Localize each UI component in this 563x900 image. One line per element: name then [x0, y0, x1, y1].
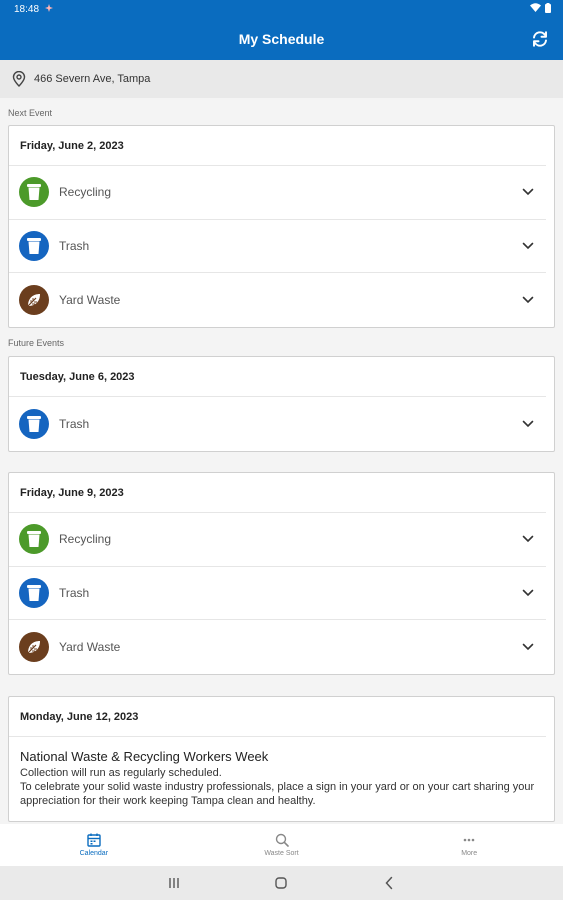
- calendar-icon: [87, 833, 101, 847]
- event-date: Friday, June 9, 2023: [9, 473, 546, 513]
- back-button[interactable]: [379, 873, 399, 893]
- trash-bin-icon: [19, 408, 49, 439]
- recycling-bin-icon: [19, 177, 49, 208]
- address-bar[interactable]: 466 Severn Ave, Tampa: [0, 60, 563, 98]
- location-pin-icon: [12, 71, 26, 87]
- trash-bin-icon: [19, 577, 49, 608]
- nav-waste-sort-label: Waste Sort: [264, 850, 299, 857]
- event-item-label: Recycling: [59, 532, 112, 547]
- schedule-list[interactable]: Next Event Friday, June 2, 2023 Recyclin…: [0, 98, 563, 824]
- leaf-icon: [19, 631, 49, 662]
- leaf-icon: [19, 284, 49, 315]
- event-item-yard-waste[interactable]: Yard Waste: [9, 273, 546, 327]
- battery-icon: [545, 2, 551, 16]
- chevron-down-icon[interactable]: [520, 639, 536, 655]
- nav-more-label: More: [461, 850, 478, 857]
- address-text: 466 Severn Ave, Tampa: [34, 73, 151, 85]
- chevron-down-icon[interactable]: [520, 184, 536, 200]
- event-card: Tuesday, June 6, 2023 Trash: [8, 356, 555, 452]
- event-date: Monday, June 12, 2023: [9, 697, 546, 737]
- event-item-trash[interactable]: Trash: [9, 567, 546, 620]
- event-item-label: Trash: [59, 238, 90, 253]
- nav-calendar-label: Calendar: [79, 850, 109, 857]
- next-event-label: Next Event: [8, 108, 53, 118]
- status-time: 18:48: [14, 3, 40, 15]
- chevron-down-icon[interactable]: [520, 416, 536, 432]
- recycling-bin-icon: [19, 524, 49, 555]
- bottom-nav: Calendar Waste Sort More: [0, 824, 563, 866]
- chevron-down-icon[interactable]: [520, 238, 536, 254]
- event-item-recycling[interactable]: Recycling: [9, 513, 546, 567]
- event-date: Tuesday, June 6, 2023: [9, 357, 546, 397]
- trash-bin-icon: [19, 230, 49, 261]
- system-nav-bar: [0, 866, 563, 900]
- nav-waste-sort[interactable]: Waste Sort: [188, 824, 376, 866]
- recent-apps-icon: [169, 878, 179, 888]
- event-card: Friday, June 2, 2023 Recycling Trash Yar…: [8, 125, 555, 328]
- home-icon: [275, 877, 288, 889]
- future-events-label: Future Events: [8, 338, 65, 348]
- event-item-trash[interactable]: Trash: [9, 220, 546, 273]
- event-item-label: Trash: [59, 585, 90, 600]
- chevron-down-icon[interactable]: [520, 585, 536, 601]
- refresh-icon: [533, 31, 547, 47]
- notice-line: Collection will run as regularly schedul…: [20, 767, 222, 779]
- chevron-down-icon[interactable]: [520, 531, 536, 547]
- event-item-yard-waste[interactable]: Yard Waste: [9, 620, 546, 674]
- event-item-label: Recycling: [59, 185, 112, 200]
- chevron-down-icon[interactable]: [520, 292, 536, 308]
- status-bar: 18:48: [0, 0, 563, 18]
- notice-card: Monday, June 12, 2023 National Waste & R…: [8, 696, 555, 822]
- event-item-label: Trash: [59, 416, 90, 431]
- nav-more[interactable]: More: [375, 824, 563, 866]
- event-item-trash[interactable]: Trash: [9, 397, 546, 451]
- search-icon: [275, 833, 289, 847]
- recent-apps-button[interactable]: [164, 873, 184, 893]
- notification-icon: [45, 3, 54, 15]
- event-item-label: Yard Waste: [59, 292, 121, 307]
- event-item-recycling[interactable]: Recycling: [9, 166, 546, 220]
- wifi-icon: [530, 3, 541, 15]
- notice-description: To celebrate your solid waste industry p…: [20, 781, 535, 807]
- page-title: My Schedule: [238, 31, 325, 47]
- notice-title: National Waste & Recycling Workers Week: [20, 749, 269, 764]
- home-button[interactable]: [271, 873, 291, 893]
- event-item-label: Yard Waste: [59, 639, 121, 654]
- back-icon: [385, 876, 393, 890]
- more-icon: [463, 838, 475, 842]
- app-bar: My Schedule: [0, 18, 563, 60]
- nav-calendar[interactable]: Calendar: [0, 824, 188, 866]
- event-date: Friday, June 2, 2023: [9, 126, 546, 166]
- event-card: Friday, June 9, 2023 Recycling Trash Yar…: [8, 472, 555, 675]
- refresh-button[interactable]: [529, 28, 551, 50]
